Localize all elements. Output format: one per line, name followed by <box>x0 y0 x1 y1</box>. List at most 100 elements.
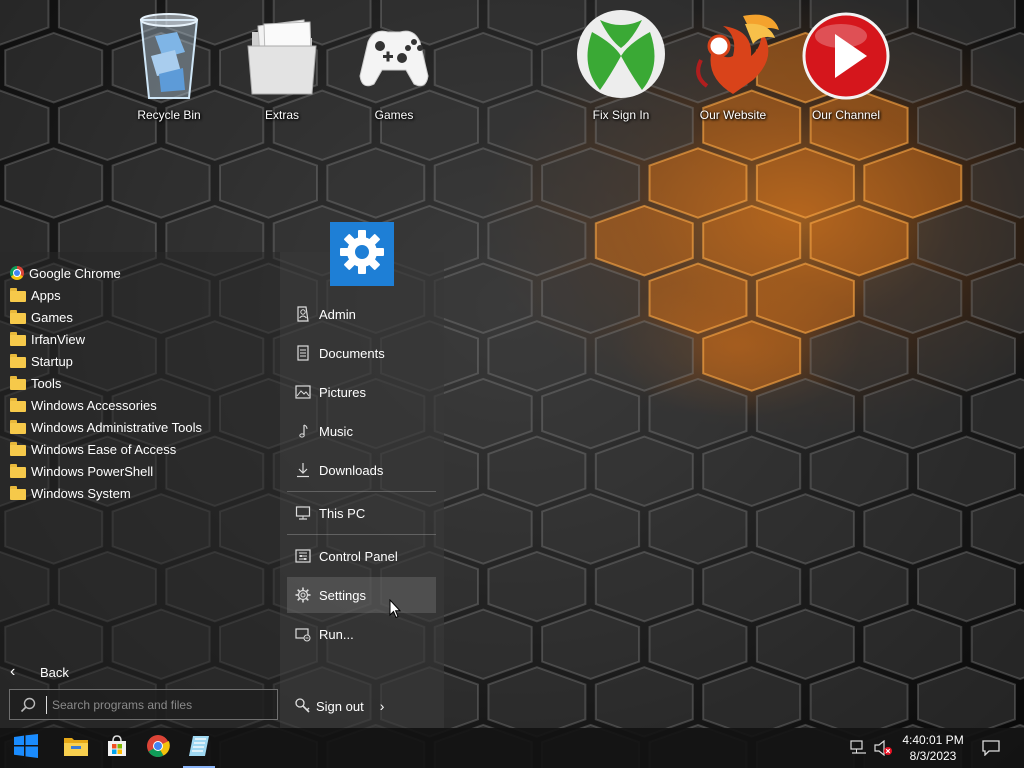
wallpaper-hexagon <box>219 147 318 219</box>
taskbar-chrome[interactable] <box>138 728 178 768</box>
program-item-label: Windows Ease of Access <box>31 441 177 457</box>
folder-icon <box>10 354 26 368</box>
program-item-windows-ease-of-access[interactable]: Windows Ease of Access <box>10 438 270 460</box>
wallpaper-hexagon <box>809 550 909 623</box>
program-item-irfanview[interactable]: IrfanView <box>10 328 270 350</box>
wallpaper-hexagon <box>970 262 1024 335</box>
run-icon <box>293 625 313 643</box>
wallpaper-hexagon <box>702 320 802 392</box>
volume-muted-icon[interactable] <box>874 739 892 757</box>
program-item-windows-system[interactable]: Windows System <box>10 482 270 504</box>
back-label: Back <box>40 664 69 680</box>
wallpaper-hexagon <box>809 435 909 508</box>
wallpaper-hexagon <box>433 493 533 565</box>
taskbar-store[interactable] <box>97 728 137 768</box>
recycle-bin-icon <box>129 6 209 102</box>
desktop-icon-fix-sign-in[interactable]: Fix Sign In <box>566 6 676 126</box>
places-item-downloads[interactable]: Downloads <box>287 452 436 488</box>
wallpaper-hexagon <box>648 493 748 565</box>
places-item-label: Music <box>319 423 353 439</box>
wallpaper-hexagon <box>433 31 533 104</box>
taskbar-notepad[interactable] <box>179 728 219 768</box>
places-item-run[interactable]: Run... <box>287 616 436 652</box>
wallpaper-hexagon <box>326 147 426 219</box>
places-item-label: Documents <box>319 345 385 361</box>
program-item-label: Windows System <box>31 485 131 501</box>
places-item-documents[interactable]: Documents <box>287 335 436 371</box>
desktop-icon-extras[interactable]: Extras <box>227 6 337 126</box>
wallpaper-hexagon <box>433 147 533 219</box>
xbox-icon <box>577 6 665 102</box>
program-item-apps[interactable]: Apps <box>10 284 270 306</box>
places-item-admin[interactable]: Admin <box>287 296 436 332</box>
desktop-icon-games[interactable]: Games <box>339 6 449 126</box>
folder-icon <box>10 398 26 412</box>
wallpaper-hexagon <box>594 435 694 508</box>
start-icon <box>13 733 39 763</box>
taskbar-file-explorer[interactable] <box>56 728 96 768</box>
wallpaper-hexagon <box>863 377 963 450</box>
wallpaper-hexagon <box>487 320 587 392</box>
folder-icon <box>10 486 26 500</box>
wallpaper-hexagon <box>755 262 855 335</box>
search-icon <box>10 697 46 713</box>
wallpaper-hexagon <box>863 262 963 335</box>
wallpaper-hexagon <box>702 666 802 738</box>
program-item-label: Windows Administrative Tools <box>31 419 202 435</box>
clock-time: 4:40:01 PM <box>902 733 964 747</box>
program-item-windows-powershell[interactable]: Windows PowerShell <box>10 460 270 482</box>
places-item-label: Settings <box>319 587 366 603</box>
start-menu-programs-panel: Google Chrome Apps Games IrfanView Start… <box>0 252 280 728</box>
notification-center-icon[interactable] <box>982 740 1002 757</box>
folder-icon <box>10 442 26 456</box>
program-item-label: Apps <box>31 287 61 303</box>
file-explorer-icon <box>63 735 89 762</box>
wallpaper-hexagon <box>594 320 694 392</box>
wallpaper-hexagon <box>863 493 963 565</box>
program-item-label: Tools <box>31 375 62 391</box>
folder-icon <box>10 464 26 478</box>
wallpaper-hexagon <box>111 147 211 219</box>
network-icon[interactable] <box>850 740 868 756</box>
desktop-icon-our-channel[interactable]: Our Channel <box>791 6 901 126</box>
places-item-label: Admin <box>319 306 356 322</box>
program-item-label: IrfanView <box>31 331 85 347</box>
wallpaper-hexagon <box>433 377 533 450</box>
places-item-label: Run... <box>319 626 354 642</box>
wallpaper-hexagon <box>648 147 748 219</box>
places-item-settings[interactable]: Settings <box>287 577 436 613</box>
places-item-pictures[interactable]: Pictures <box>287 374 436 410</box>
program-item-windows-accessories[interactable]: Windows Accessories <box>10 394 270 416</box>
desktop-icon-recycle-bin[interactable]: Recycle Bin <box>114 6 224 126</box>
wallpaper-hexagon <box>755 493 855 565</box>
sign-out-button[interactable]: Sign out › <box>294 696 384 716</box>
program-item-games[interactable]: Games <box>10 306 270 328</box>
desktop-icon-label: Games <box>374 108 414 122</box>
user-avatar-tile[interactable] <box>330 222 394 286</box>
wallpaper-hexagon <box>594 204 694 277</box>
program-item-windows-administrative-tools[interactable]: Windows Administrative Tools <box>10 416 270 438</box>
back-button[interactable]: ‹ Back <box>10 662 69 682</box>
places-item-this-pc[interactable]: This PC <box>287 495 436 531</box>
picture-icon <box>293 383 313 401</box>
program-item-tools[interactable]: Tools <box>10 372 270 394</box>
start-button[interactable] <box>6 728 46 768</box>
wallpaper-hexagon <box>487 435 587 508</box>
wallpaper-hexagon <box>809 320 909 392</box>
folder-icon <box>10 376 26 390</box>
menu-separator <box>287 534 436 535</box>
places-item-music[interactable]: Music <box>287 413 436 449</box>
program-item-label: Games <box>31 309 73 325</box>
gear-icon <box>337 227 387 282</box>
system-clock[interactable]: 4:40:01 PM 8/3/2023 <box>896 732 970 764</box>
places-item-control-panel[interactable]: Control Panel <box>287 538 436 574</box>
gear-icon <box>293 586 313 604</box>
search-input[interactable] <box>46 695 274 714</box>
search-box[interactable] <box>9 689 278 720</box>
wallpaper-hexagon <box>702 550 802 623</box>
program-item-google-chrome[interactable]: Google Chrome <box>10 262 270 284</box>
program-list: Google Chrome Apps Games IrfanView Start… <box>10 262 270 504</box>
chevron-right-icon[interactable]: › <box>380 698 385 714</box>
program-item-startup[interactable]: Startup <box>10 350 270 372</box>
desktop-icon-our-website[interactable]: Our Website <box>678 6 788 126</box>
